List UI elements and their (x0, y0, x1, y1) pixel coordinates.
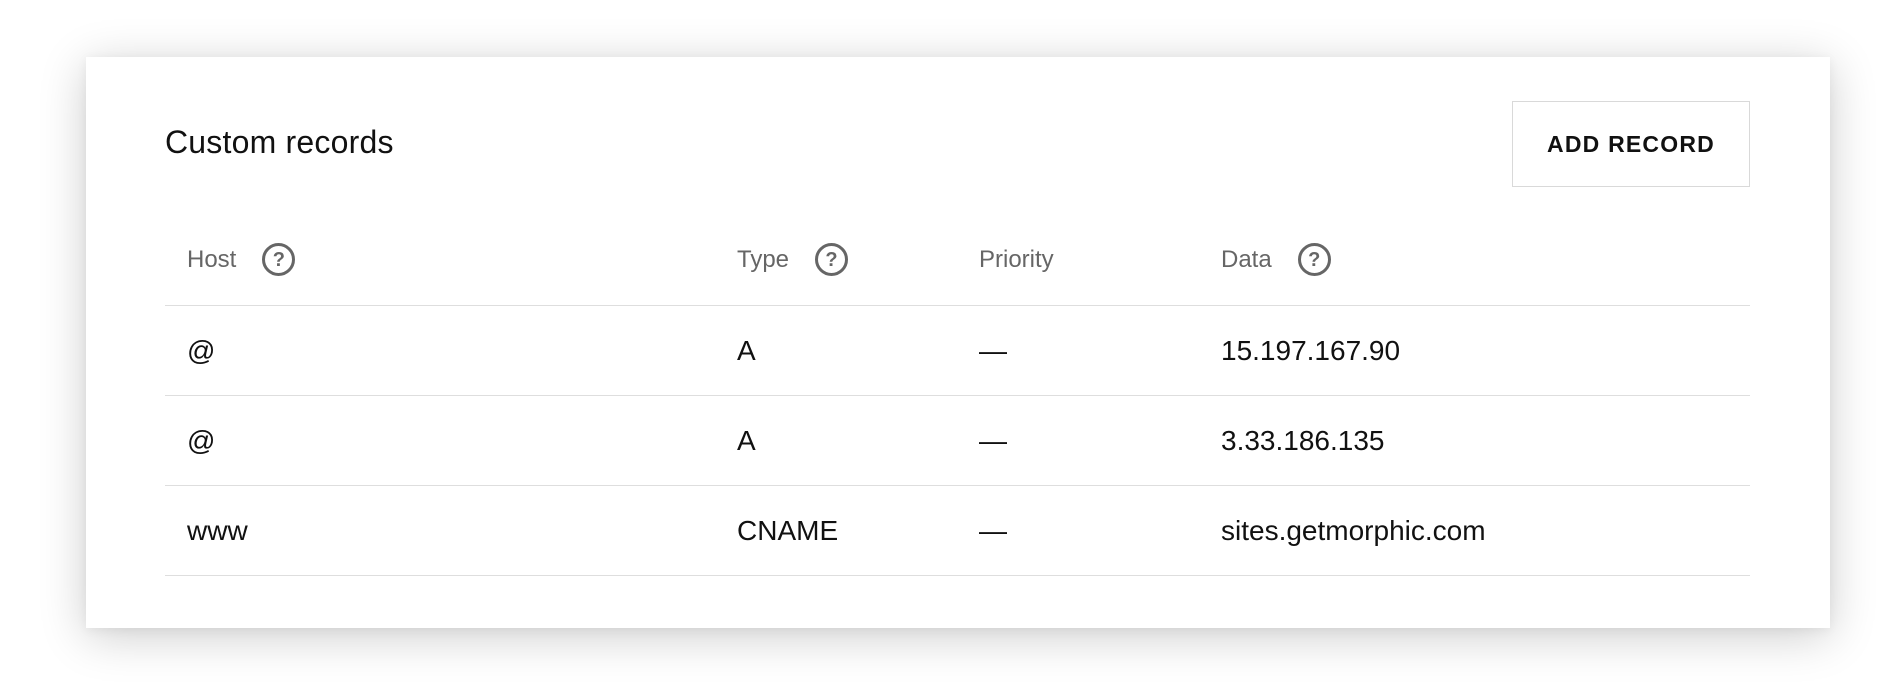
column-header-host: Host ? (187, 214, 296, 305)
data-help-icon[interactable]: ? (1297, 243, 1331, 276)
host-cell: @ (187, 334, 216, 366)
type-cell: A (737, 334, 756, 366)
add-record-button[interactable]: ADD RECORD (1512, 101, 1750, 187)
data-cell: 3.33.186.135 (1221, 424, 1385, 456)
column-header-data: Data ? (1221, 214, 1331, 305)
column-header-label: Priority (979, 245, 1054, 273)
table-header: Host ? Type ? Priority Data ? (165, 214, 1750, 306)
priority-cell: — (979, 424, 1007, 456)
column-header-type: Type ? (737, 214, 849, 305)
column-header-priority: Priority (979, 214, 1054, 305)
column-header-label: Type (737, 245, 790, 273)
priority-cell: — (979, 334, 1007, 366)
column-header-label: Data (1221, 245, 1272, 273)
column-header-label: Host (187, 245, 237, 273)
table-row[interactable]: www CNAME — sites.getmorphic.com (165, 486, 1750, 576)
records-table: Host ? Type ? Priority Data ? @ A — 15.1… (165, 214, 1750, 576)
type-cell: A (737, 424, 756, 456)
custom-records-card: Custom records ADD RECORD Host ? Type ? … (86, 57, 1830, 628)
card-title: Custom records (165, 124, 394, 160)
priority-cell: — (979, 514, 1007, 546)
host-cell: @ (187, 424, 216, 456)
table-row[interactable]: @ A — 3.33.186.135 (165, 396, 1750, 486)
data-cell: 15.197.167.90 (1221, 334, 1401, 366)
table-row[interactable]: @ A — 15.197.167.90 (165, 306, 1750, 396)
host-help-icon[interactable]: ? (262, 243, 296, 276)
data-cell: sites.getmorphic.com (1221, 514, 1486, 546)
host-cell: www (187, 514, 248, 546)
type-cell: CNAME (737, 514, 839, 546)
type-help-icon[interactable]: ? (815, 243, 849, 276)
